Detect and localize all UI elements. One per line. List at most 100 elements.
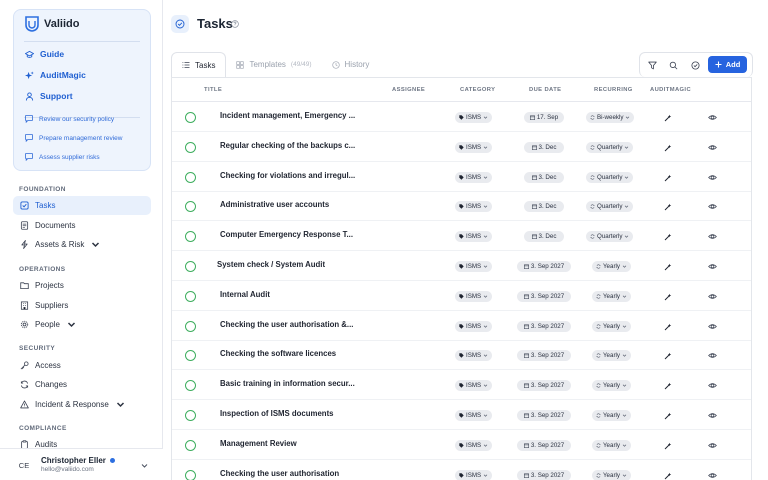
category-chip[interactable]: ISMS (455, 261, 493, 272)
task-title[interactable]: Inspection of ISMS documents (220, 409, 334, 418)
add-task-button[interactable]: Add (708, 56, 747, 73)
complete-task-checkbox[interactable] (185, 290, 196, 302)
auditmagic-link[interactable]: AuditMagic (25, 70, 86, 80)
task-title[interactable]: Checking the software licences (220, 349, 336, 358)
auditmagic-wand-icon[interactable] (664, 352, 672, 360)
task-title[interactable]: Incident management, Emergency ... (220, 111, 355, 120)
eye-icon[interactable] (708, 262, 717, 271)
table-row[interactable]: Regular checking of the backups c... ISMS… (172, 132, 751, 162)
suggestion-supplier-risks[interactable]: Assess supplier risks (25, 153, 100, 161)
category-chip[interactable]: ISMS (455, 112, 493, 123)
task-title[interactable]: Checking for violations and irregul... (220, 171, 355, 180)
column-header-recurring[interactable]: RECURRING (594, 87, 633, 93)
recurring-chip[interactable]: Yearly (592, 410, 631, 421)
due-date-chip[interactable]: 3. Dec (524, 201, 564, 213)
table-row[interactable]: System check / System Audit ISMS 3. Sep 20… (172, 251, 751, 281)
recurring-chip[interactable]: Yearly (592, 439, 631, 451)
sidebar-item-changes[interactable]: Changes (13, 375, 151, 394)
column-header-title[interactable]: TITLE (204, 87, 222, 93)
eye-icon[interactable] (708, 441, 717, 450)
recurring-chip[interactable]: Yearly (592, 290, 631, 302)
due-date-chip[interactable]: 17. Sep (524, 112, 564, 123)
task-title[interactable]: Regular checking of the backups c... (220, 141, 355, 150)
category-chip[interactable]: ISMS (455, 469, 493, 480)
due-date-chip[interactable]: 3. Sep 2027 (517, 410, 571, 421)
complete-task-checkbox[interactable] (185, 231, 196, 243)
sidebar-item-people[interactable]: People (13, 315, 151, 334)
table-row[interactable]: Checking the software licences ISMS 3. Sep… (172, 340, 751, 371)
due-date-chip[interactable]: 3. Sep 2027 (517, 320, 571, 332)
category-chip[interactable]: ISMS (455, 350, 493, 362)
eye-icon[interactable] (708, 322, 717, 331)
sidebar-item-access[interactable]: Access (13, 356, 151, 375)
auditmagic-wand-icon[interactable] (664, 323, 672, 331)
auditmagic-wand-icon[interactable] (664, 293, 672, 301)
sidebar-item-incident-response[interactable]: Incident & Response (13, 395, 151, 414)
table-row[interactable]: Checking the user authorisation ISMS 3. Se… (172, 460, 751, 480)
auditmagic-wand-icon[interactable] (664, 442, 672, 450)
search-button[interactable] (667, 59, 679, 71)
auditmagic-wand-icon[interactable] (664, 114, 672, 122)
recurring-chip[interactable]: Yearly (592, 469, 631, 480)
user-menu[interactable]: CE Christopher Eller hello@valiido.com (0, 448, 163, 480)
auditmagic-wand-icon[interactable] (664, 144, 672, 152)
category-chip[interactable]: ISMS (455, 439, 493, 451)
eye-icon[interactable] (708, 232, 717, 241)
complete-task-checkbox[interactable] (185, 410, 196, 421)
table-row[interactable]: Internal Audit ISMS 3. Sep 2027 Yearly (172, 281, 751, 311)
recurring-chip[interactable]: Yearly (592, 350, 631, 362)
column-header-auditmagic[interactable]: AUDITMAGIC (650, 87, 691, 93)
task-title[interactable]: Basic training in information secur... (220, 379, 355, 388)
eye-icon[interactable] (708, 381, 717, 390)
table-row[interactable]: Computer Emergency Response T... ISMS 3. D… (172, 221, 751, 252)
auditmagic-wand-icon[interactable] (664, 203, 672, 211)
recurring-chip[interactable]: Yearly (592, 261, 631, 272)
sidebar-item-suppliers[interactable]: Suppliers (13, 296, 151, 315)
help-icon[interactable] (231, 20, 239, 28)
task-title[interactable]: Administrative user accounts (220, 200, 329, 209)
auditmagic-wand-icon[interactable] (664, 263, 672, 271)
category-chip[interactable]: ISMS (455, 380, 493, 392)
auditmagic-wand-icon[interactable] (664, 382, 672, 390)
sidebar-item-documents[interactable]: Documents (13, 216, 151, 235)
chevron-down-icon[interactable] (141, 462, 148, 469)
complete-task-checkbox[interactable] (185, 380, 196, 392)
due-date-chip[interactable]: 3. Sep 2027 (517, 439, 571, 451)
eye-icon[interactable] (708, 471, 717, 480)
logo[interactable]: Valiido (25, 16, 79, 32)
sidebar-item-projects[interactable]: Projects (13, 276, 151, 295)
auditmagic-wand-icon[interactable] (664, 233, 672, 241)
table-row[interactable]: Incident management, Emergency ... ISMS 17… (172, 102, 751, 132)
due-date-chip[interactable]: 3. Dec (524, 231, 564, 243)
complete-task-checkbox[interactable] (185, 171, 196, 183)
table-row[interactable]: Administrative user accounts ISMS 3. Dec Qu… (172, 191, 751, 222)
table-row[interactable]: Basic training in information secur... IS… (172, 370, 751, 401)
auditmagic-wand-icon[interactable] (664, 472, 672, 480)
column-header-category[interactable]: CATEGORY (460, 87, 495, 93)
due-date-chip[interactable]: 3. Sep 2027 (517, 469, 571, 480)
column-header-assignee[interactable]: ASSIGNEE (392, 87, 425, 93)
due-date-chip[interactable]: 3. Dec (524, 171, 564, 183)
due-date-chip[interactable]: 3. Sep 2027 (517, 290, 571, 302)
tab-history[interactable]: History (322, 52, 380, 77)
task-title[interactable]: Management Review (220, 439, 297, 448)
recurring-chip[interactable]: Quarterly (586, 201, 634, 213)
due-date-chip[interactable]: 3. Sep 2027 (517, 350, 571, 362)
tab-tasks[interactable]: Tasks (171, 52, 227, 77)
eye-icon[interactable] (708, 411, 717, 420)
suggestion-management-review[interactable]: Prepare management review (25, 134, 122, 142)
support-link[interactable]: Support (25, 91, 73, 101)
completed-toggle-button[interactable] (689, 59, 701, 71)
eye-icon[interactable] (708, 292, 717, 301)
complete-task-checkbox[interactable] (185, 141, 196, 153)
sidebar-item-tasks[interactable]: Tasks (13, 196, 151, 215)
suggestion-security-policy[interactable]: Review our security policy (25, 115, 114, 123)
table-row[interactable]: Management Review ISMS 3. Sep 2027 Yearly (172, 430, 751, 460)
due-date-chip[interactable]: 3. Dec (524, 141, 564, 153)
eye-icon[interactable] (708, 351, 717, 360)
complete-task-checkbox[interactable] (185, 261, 196, 272)
complete-task-checkbox[interactable] (185, 320, 196, 332)
category-chip[interactable]: ISMS (455, 290, 493, 302)
guide-link[interactable]: Guide (25, 49, 64, 59)
table-row[interactable]: Checking the user authorisation &... ISMS… (172, 311, 751, 341)
